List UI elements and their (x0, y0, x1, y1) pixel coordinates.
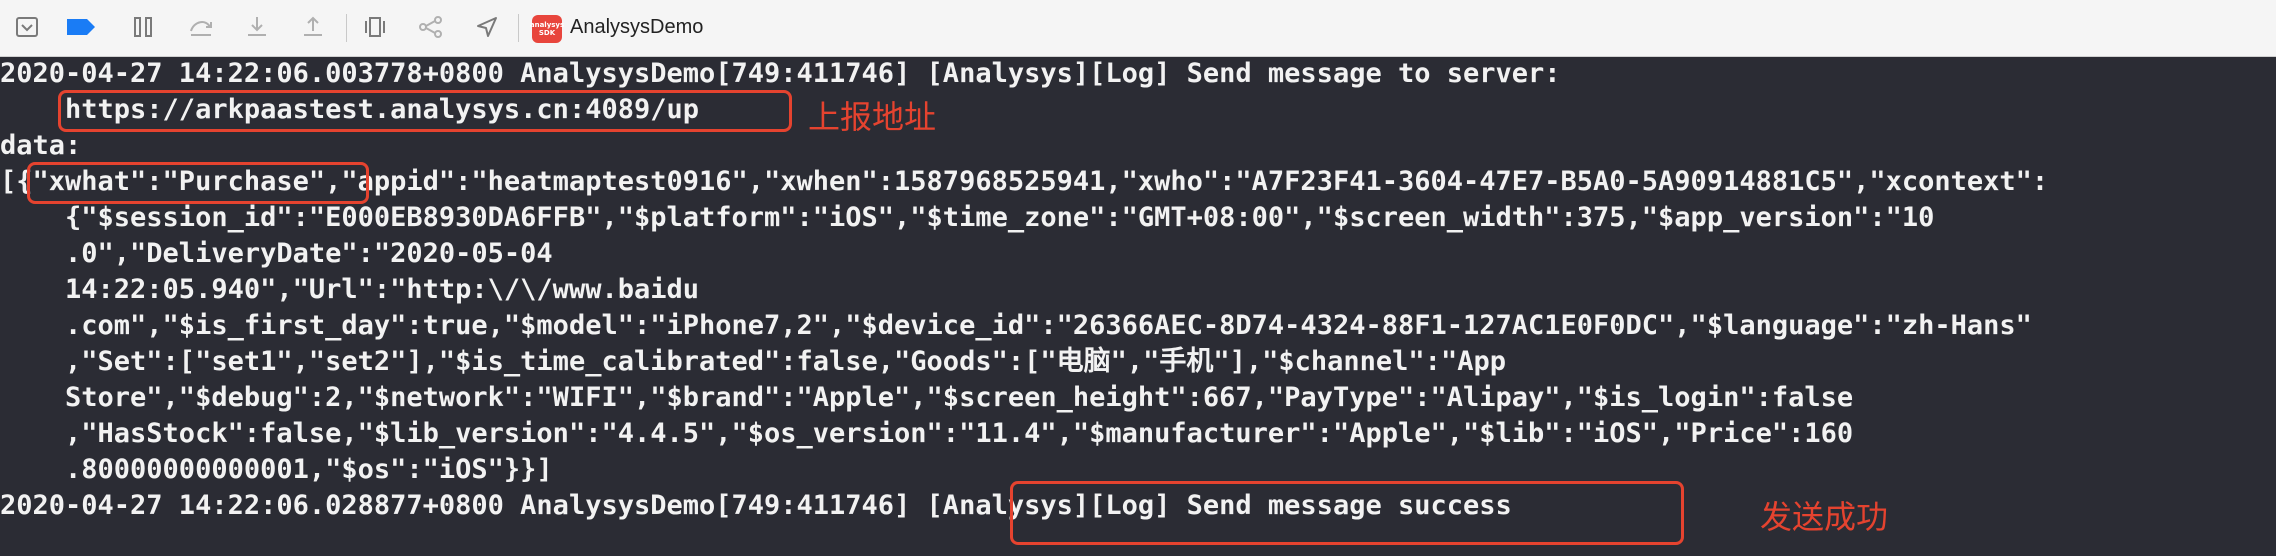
pause-icon[interactable] (128, 12, 158, 42)
log-line: ,"Set":["set1","set2"],"$is_time_calibra… (0, 346, 1506, 377)
success-annotation: 发送成功 (1760, 498, 1889, 536)
url-annotation: 上报地址 (808, 98, 937, 136)
url-highlight-box (58, 90, 792, 132)
breakpoint-toggle-icon[interactable] (66, 12, 96, 42)
log-line: 2020-04-27 14:22:06.003778+0800 Analysys… (0, 58, 1561, 89)
log-line: .0","DeliveryDate":"2020-05-04 (0, 238, 553, 269)
log-line: {"$session_id":"E000EB8930DA6FFB","$plat… (0, 202, 1935, 233)
debug-toolbar: analysys SDK AnalysysDemo (0, 0, 2276, 57)
log-line: 14:22:05.940","Url":"http:\/\/www.baidu (0, 274, 699, 305)
hide-debug-area-icon[interactable] (12, 12, 42, 42)
memory-graph-icon[interactable] (416, 12, 446, 42)
log-line: data: (0, 130, 82, 161)
log-line: Store","$debug":2,"$network":"WIFI","$br… (0, 382, 1854, 413)
app-icon[interactable]: analysys SDK (530, 15, 564, 43)
console-output[interactable]: 2020-04-27 14:22:06.003778+0800 Analysys… (0, 56, 2276, 556)
log-line: .com","$is_first_day":true,"$model":"iPh… (0, 310, 2032, 341)
success-highlight-box (1010, 481, 1684, 545)
step-into-icon[interactable] (242, 12, 272, 42)
location-arrow-icon[interactable] (472, 12, 502, 42)
log-line: .80000000000001,"$os":"iOS"}}] (0, 454, 553, 485)
xwhat-highlight-box (27, 162, 369, 204)
step-out-icon[interactable] (298, 12, 328, 42)
log-line: ,"HasStock":false,"$lib_version":"4.4.5"… (0, 418, 1854, 449)
toolbar-divider (518, 14, 519, 42)
step-over-icon[interactable] (186, 12, 216, 42)
toolbar-divider (346, 14, 347, 42)
view-debugger-icon[interactable] (360, 12, 390, 42)
app-scheme-name[interactable]: AnalysysDemo (570, 16, 703, 39)
